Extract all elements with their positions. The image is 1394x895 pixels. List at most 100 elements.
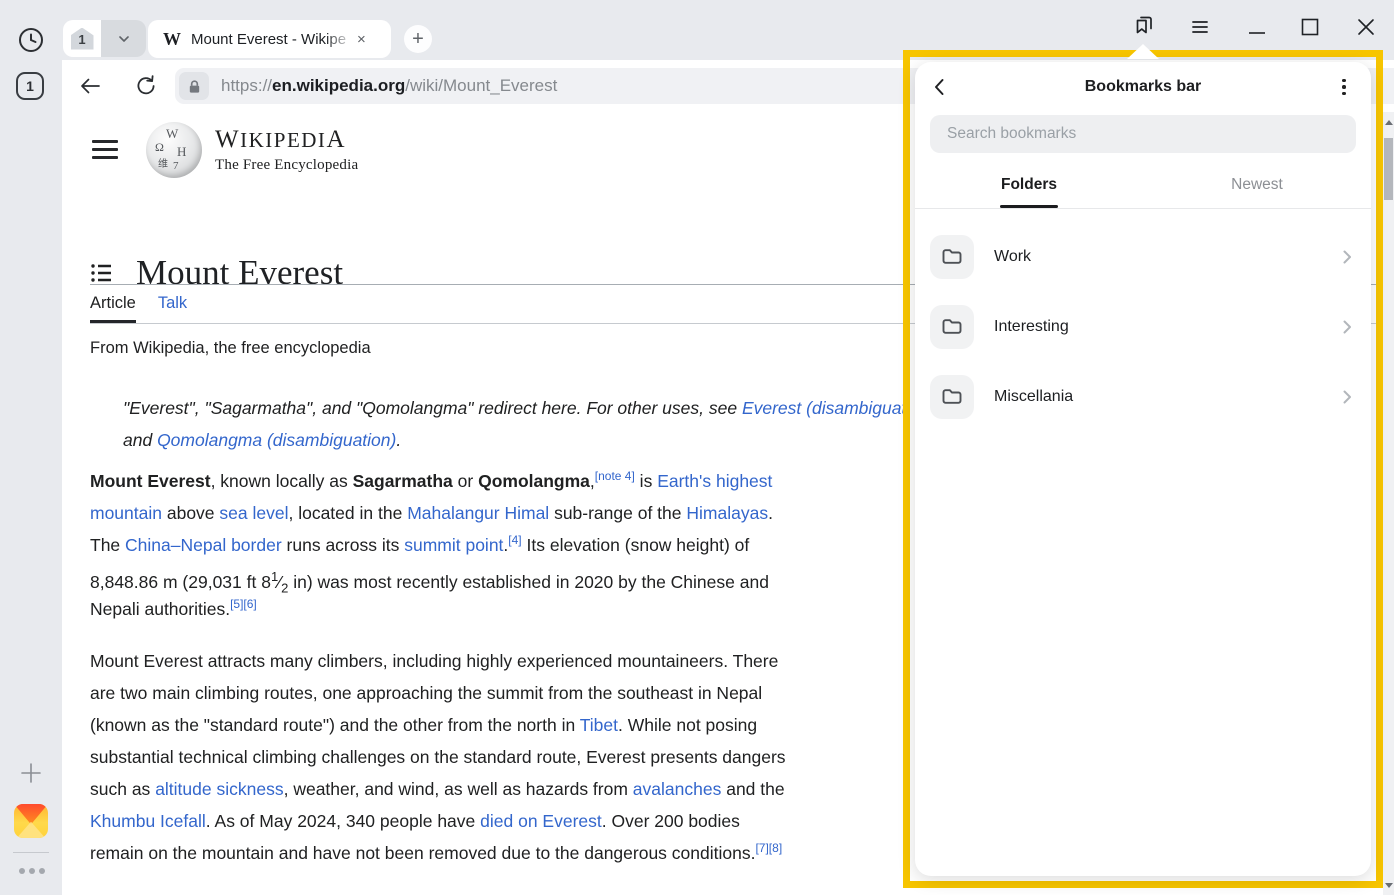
wiki-link[interactable]: died on Everest	[480, 811, 602, 831]
chevron-right-icon	[1338, 248, 1356, 266]
wiki-link[interactable]: sea level	[219, 503, 288, 523]
url-text: https://en.wikipedia.org/wiki/Mount_Ever…	[221, 76, 557, 96]
wiki-link[interactable]: mountain	[90, 503, 162, 523]
wikipedia-logo[interactable]: WΩH7维 WIKIPEDIA The Free Encyclopedia	[146, 122, 358, 178]
text-segment: or	[453, 471, 478, 491]
panel-title: Bookmarks bar	[1085, 78, 1202, 96]
globe-letter: W	[166, 126, 178, 142]
minimize-button[interactable]	[1243, 13, 1271, 41]
text-segment: Mount Everest	[90, 471, 211, 491]
sidebar-more-button[interactable]	[19, 866, 45, 876]
bookmarks-search-input[interactable]	[930, 115, 1356, 153]
page-scrollbar[interactable]	[1383, 112, 1394, 895]
folder-label: Work	[994, 248, 1031, 266]
left-sidebar: 1	[0, 60, 62, 895]
wiki-tab-talk[interactable]: Talk	[158, 294, 187, 323]
folder-row-work[interactable]: Work	[915, 222, 1371, 292]
wiki-subtitle: From Wikipedia, the free encyclopedia	[90, 339, 371, 358]
mail-app-icon[interactable]	[14, 804, 48, 838]
close-window-button[interactable]	[1352, 13, 1380, 41]
workspace-current[interactable]: 1	[63, 20, 101, 57]
text-segment: Its elevation (snow height) of	[522, 535, 750, 555]
wiki-link[interactable]: altitude sickness	[155, 779, 283, 799]
citation-link[interactable]: [5][6]	[230, 597, 257, 611]
wikipedia-tagline: The Free Encyclopedia	[215, 157, 358, 174]
back-button[interactable]	[77, 73, 103, 99]
text-segment: Sagarmatha	[353, 471, 453, 491]
maximize-icon	[1299, 16, 1321, 38]
hamburger-menu-icon	[1189, 16, 1211, 38]
wiki-link[interactable]: Mahalangur Himal	[407, 503, 549, 523]
wikipedia-wordmark: WIKIPEDIA	[215, 126, 358, 154]
text-segment: , known locally as	[211, 471, 353, 491]
toc-icon[interactable]	[90, 262, 112, 284]
folder-row-interesting[interactable]: Interesting	[915, 292, 1371, 362]
text-segment: .	[768, 503, 773, 523]
citation-link[interactable]: [7][8]	[755, 841, 782, 855]
text-segment: . As of May 2024, 340 people have	[206, 811, 480, 831]
maximize-button[interactable]	[1296, 13, 1324, 41]
scrollbar-down-arrow[interactable]	[1383, 879, 1394, 891]
wiki-link[interactable]: Tibet	[580, 715, 618, 735]
browser-menu-button[interactable]	[1186, 13, 1214, 41]
tab-group-button[interactable]: 1	[16, 72, 44, 100]
history-icon[interactable]	[17, 26, 45, 54]
wiki-link[interactable]: Earth's highest	[657, 471, 772, 491]
bookmarks-tab-folders[interactable]: Folders	[915, 162, 1143, 208]
tab-title: Mount Everest - Wikipe	[191, 31, 353, 48]
panel-back-button[interactable]	[929, 76, 951, 98]
wiki-link[interactable]: China–Nepal border	[125, 535, 282, 555]
new-tab-button[interactable]: +	[404, 25, 432, 53]
workspace-dropdown-button[interactable]	[101, 20, 146, 57]
panel-menu-button[interactable]	[1333, 76, 1355, 98]
text-segment: Mount Everest attracts many climbers, in…	[90, 651, 778, 671]
article-line: "Everest", "Sagarmatha", and "Qomolangma…	[123, 392, 904, 424]
chevron-right-icon	[1338, 388, 1356, 406]
bookmarks-icon	[1131, 12, 1157, 38]
folder-icon	[940, 315, 964, 339]
folder-label: Miscellania	[994, 388, 1073, 406]
back-arrow-icon	[77, 73, 103, 99]
reload-button[interactable]	[133, 73, 159, 99]
url-host: en.wikipedia.org	[272, 76, 405, 95]
wiki-link[interactable]: Himalayas	[686, 503, 768, 523]
text-segment: substantial technical climbing challenge…	[90, 747, 786, 767]
wiki-link[interactable]: Everest (disambiguation),	[742, 398, 904, 418]
text-segment: The	[90, 535, 125, 555]
wikipedia-globe-icon: WΩH7维	[146, 122, 202, 178]
wiki-main-menu-button[interactable]	[92, 140, 118, 160]
globe-letter: Ω	[155, 140, 164, 155]
bookmarks-tab-newest[interactable]: Newest	[1143, 162, 1371, 208]
text-segment: sub-range of the	[549, 503, 686, 523]
wiki-link[interactable]: Qomolangma (disambiguation)	[157, 430, 396, 450]
citation-link[interactable]: [4]	[508, 533, 521, 547]
text-segment: Qomolangma	[478, 471, 590, 491]
wiki-link[interactable]: avalanches	[633, 779, 722, 799]
workspace-switcher[interactable]: 1	[63, 20, 146, 57]
bookmarks-folder-list: Work Interesting Miscellania	[915, 212, 1371, 876]
text-segment: remain on the mountain and have not been…	[90, 843, 755, 863]
text-segment: . Over 200 bodies	[602, 811, 740, 831]
text-segment: is	[635, 471, 657, 491]
scrollbar-up-arrow[interactable]	[1383, 116, 1394, 128]
folder-label: Interesting	[994, 318, 1069, 336]
wiki-tab-article[interactable]: Article	[90, 294, 136, 323]
globe-letter: H	[177, 144, 186, 160]
tab-mount-everest[interactable]: W Mount Everest - Wikipe ×	[148, 20, 391, 58]
site-security-button[interactable]	[179, 72, 209, 100]
text-segment: in) was most recently established in 202…	[288, 572, 769, 592]
tab-close-icon[interactable]: ×	[357, 32, 366, 47]
reload-icon	[133, 73, 159, 99]
bookmarks-panel-button[interactable]	[1130, 11, 1158, 39]
sidebar-add-button[interactable]	[18, 760, 44, 786]
globe-letter: 维	[158, 155, 168, 170]
scrollbar-thumb[interactable]	[1384, 138, 1393, 200]
text-segment: "Everest", "Sagarmatha", and "Qomolangma…	[123, 398, 742, 418]
wiki-link[interactable]: summit point	[404, 535, 503, 555]
folder-row-miscellania[interactable]: Miscellania	[915, 362, 1371, 432]
citation-link[interactable]: [note 4]	[595, 469, 635, 483]
text-segment: above	[162, 503, 219, 523]
url-scheme: https://	[221, 76, 272, 95]
highlight-outline: Bookmarks bar FoldersNewest Work Interes…	[903, 50, 1383, 888]
wiki-link[interactable]: Khumbu Icefall	[90, 811, 206, 831]
